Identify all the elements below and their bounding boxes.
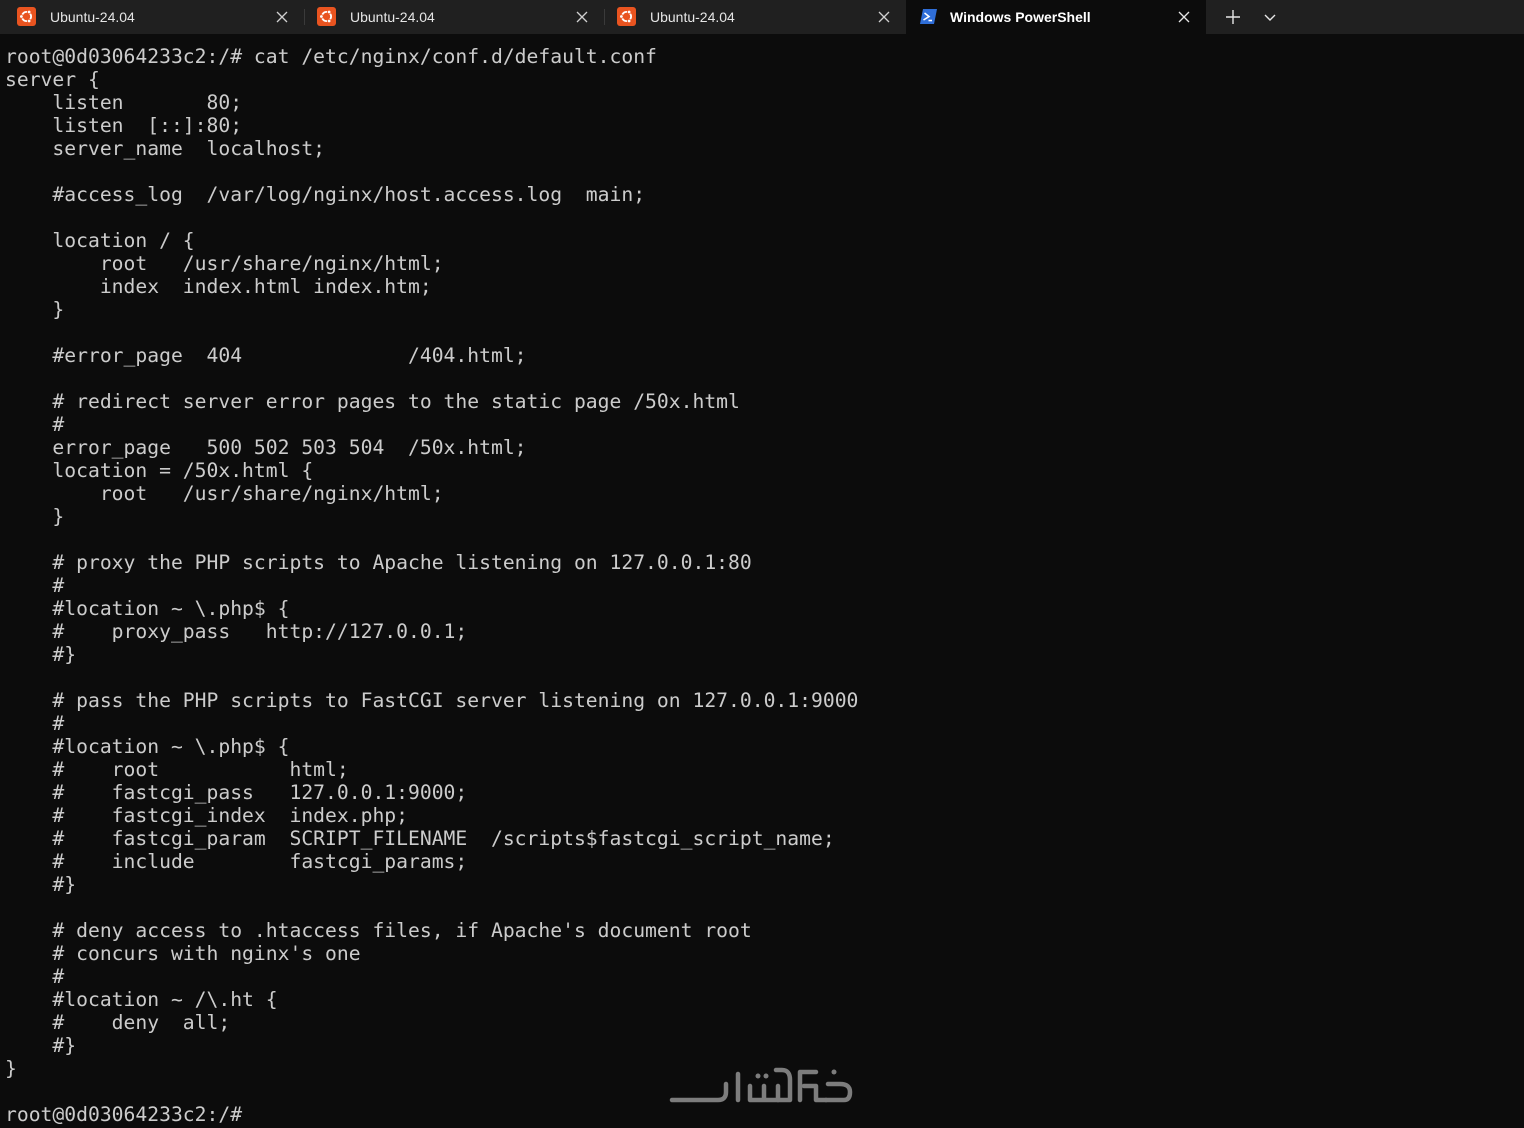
tab-ubuntu-1[interactable]: Ubuntu-24.04 xyxy=(0,0,304,34)
terminal-line: #location ~ \.php$ { xyxy=(5,735,290,758)
terminal-line: # xyxy=(5,574,65,597)
khamsat-watermark-logo xyxy=(666,1064,856,1108)
terminal-line: # pass the PHP scripts to FastCGI server… xyxy=(5,689,859,712)
terminal-line: #location ~ \.php$ { xyxy=(5,597,290,620)
terminal-line: # deny access to .htaccess files, if Apa… xyxy=(5,919,752,942)
terminal-line: #} xyxy=(5,643,77,666)
terminal-line: server_name localhost; xyxy=(5,137,326,160)
terminal-line: location = /50x.html { xyxy=(5,459,314,482)
tab-windows-powershell[interactable]: Windows PowerShell xyxy=(906,0,1206,34)
terminal-line: # fastcgi_index index.php; xyxy=(5,804,408,827)
tab-label: Ubuntu-24.04 xyxy=(650,9,735,25)
terminal-line: # xyxy=(5,965,65,988)
new-tab-button[interactable] xyxy=(1218,2,1248,32)
close-icon[interactable] xyxy=(876,9,892,25)
terminal-line: listen 80; xyxy=(5,91,243,114)
terminal-line: # redirect server error pages to the sta… xyxy=(5,390,740,413)
tab-ubuntu-3[interactable]: Ubuntu-24.04 xyxy=(600,0,906,34)
terminal-line: #} xyxy=(5,873,77,896)
ubuntu-icon xyxy=(617,7,636,26)
terminal-line: server { xyxy=(5,68,100,91)
terminal-line: # root html; xyxy=(5,758,349,781)
chevron-down-icon[interactable] xyxy=(1256,2,1284,32)
terminal-line: root /usr/share/nginx/html; xyxy=(5,252,444,275)
terminal-output[interactable]: root@0d03064233c2:/# cat /etc/nginx/conf… xyxy=(5,45,1515,1125)
terminal-line: #error_page 404 /404.html; xyxy=(5,344,527,367)
terminal-line: # proxy_pass http://127.0.0.1; xyxy=(5,620,468,643)
tab-label: Windows PowerShell xyxy=(950,9,1091,25)
terminal-line: } xyxy=(5,505,65,528)
terminal-line: listen [::]:80; xyxy=(5,114,243,137)
terminal-line: root /usr/share/nginx/html; xyxy=(5,482,444,505)
terminal-line: location / { xyxy=(5,229,195,252)
terminal-line: # xyxy=(5,712,65,735)
terminal-line: #} xyxy=(5,1034,77,1057)
ubuntu-icon xyxy=(17,7,36,26)
terminal-line: # xyxy=(5,413,65,436)
close-icon[interactable] xyxy=(274,9,290,25)
ubuntu-icon xyxy=(317,7,336,26)
tab-label: Ubuntu-24.04 xyxy=(50,9,135,25)
close-icon[interactable] xyxy=(1176,9,1192,25)
terminal-line: # proxy the PHP scripts to Apache listen… xyxy=(5,551,752,574)
terminal-line: # deny all; xyxy=(5,1011,231,1034)
terminal-line: # fastcgi_param SCRIPT_FILENAME /scripts… xyxy=(5,827,835,850)
terminal-line: # concurs with nginx's one xyxy=(5,942,361,965)
close-icon[interactable] xyxy=(574,9,590,25)
tab-bar: Ubuntu-24.04 Ubuntu-24.04 Ubuntu-24.04 W… xyxy=(0,0,1524,34)
terminal-line: error_page 500 502 503 504 /50x.html; xyxy=(5,436,527,459)
terminal-line: } xyxy=(5,298,65,321)
tab-ubuntu-2[interactable]: Ubuntu-24.04 xyxy=(300,0,604,34)
terminal-line: #access_log /var/log/nginx/host.access.l… xyxy=(5,183,646,206)
tab-label: Ubuntu-24.04 xyxy=(350,9,435,25)
terminal-line: # fastcgi_pass 127.0.0.1:9000; xyxy=(5,781,468,804)
powershell-icon xyxy=(919,7,938,26)
terminal-line: index index.html index.htm; xyxy=(5,275,432,298)
terminal-line: root@0d03064233c2:/# cat /etc/nginx/conf… xyxy=(5,45,657,68)
terminal-line: # include fastcgi_params; xyxy=(5,850,468,873)
terminal-line: #location ~ /\.ht { xyxy=(5,988,278,1011)
